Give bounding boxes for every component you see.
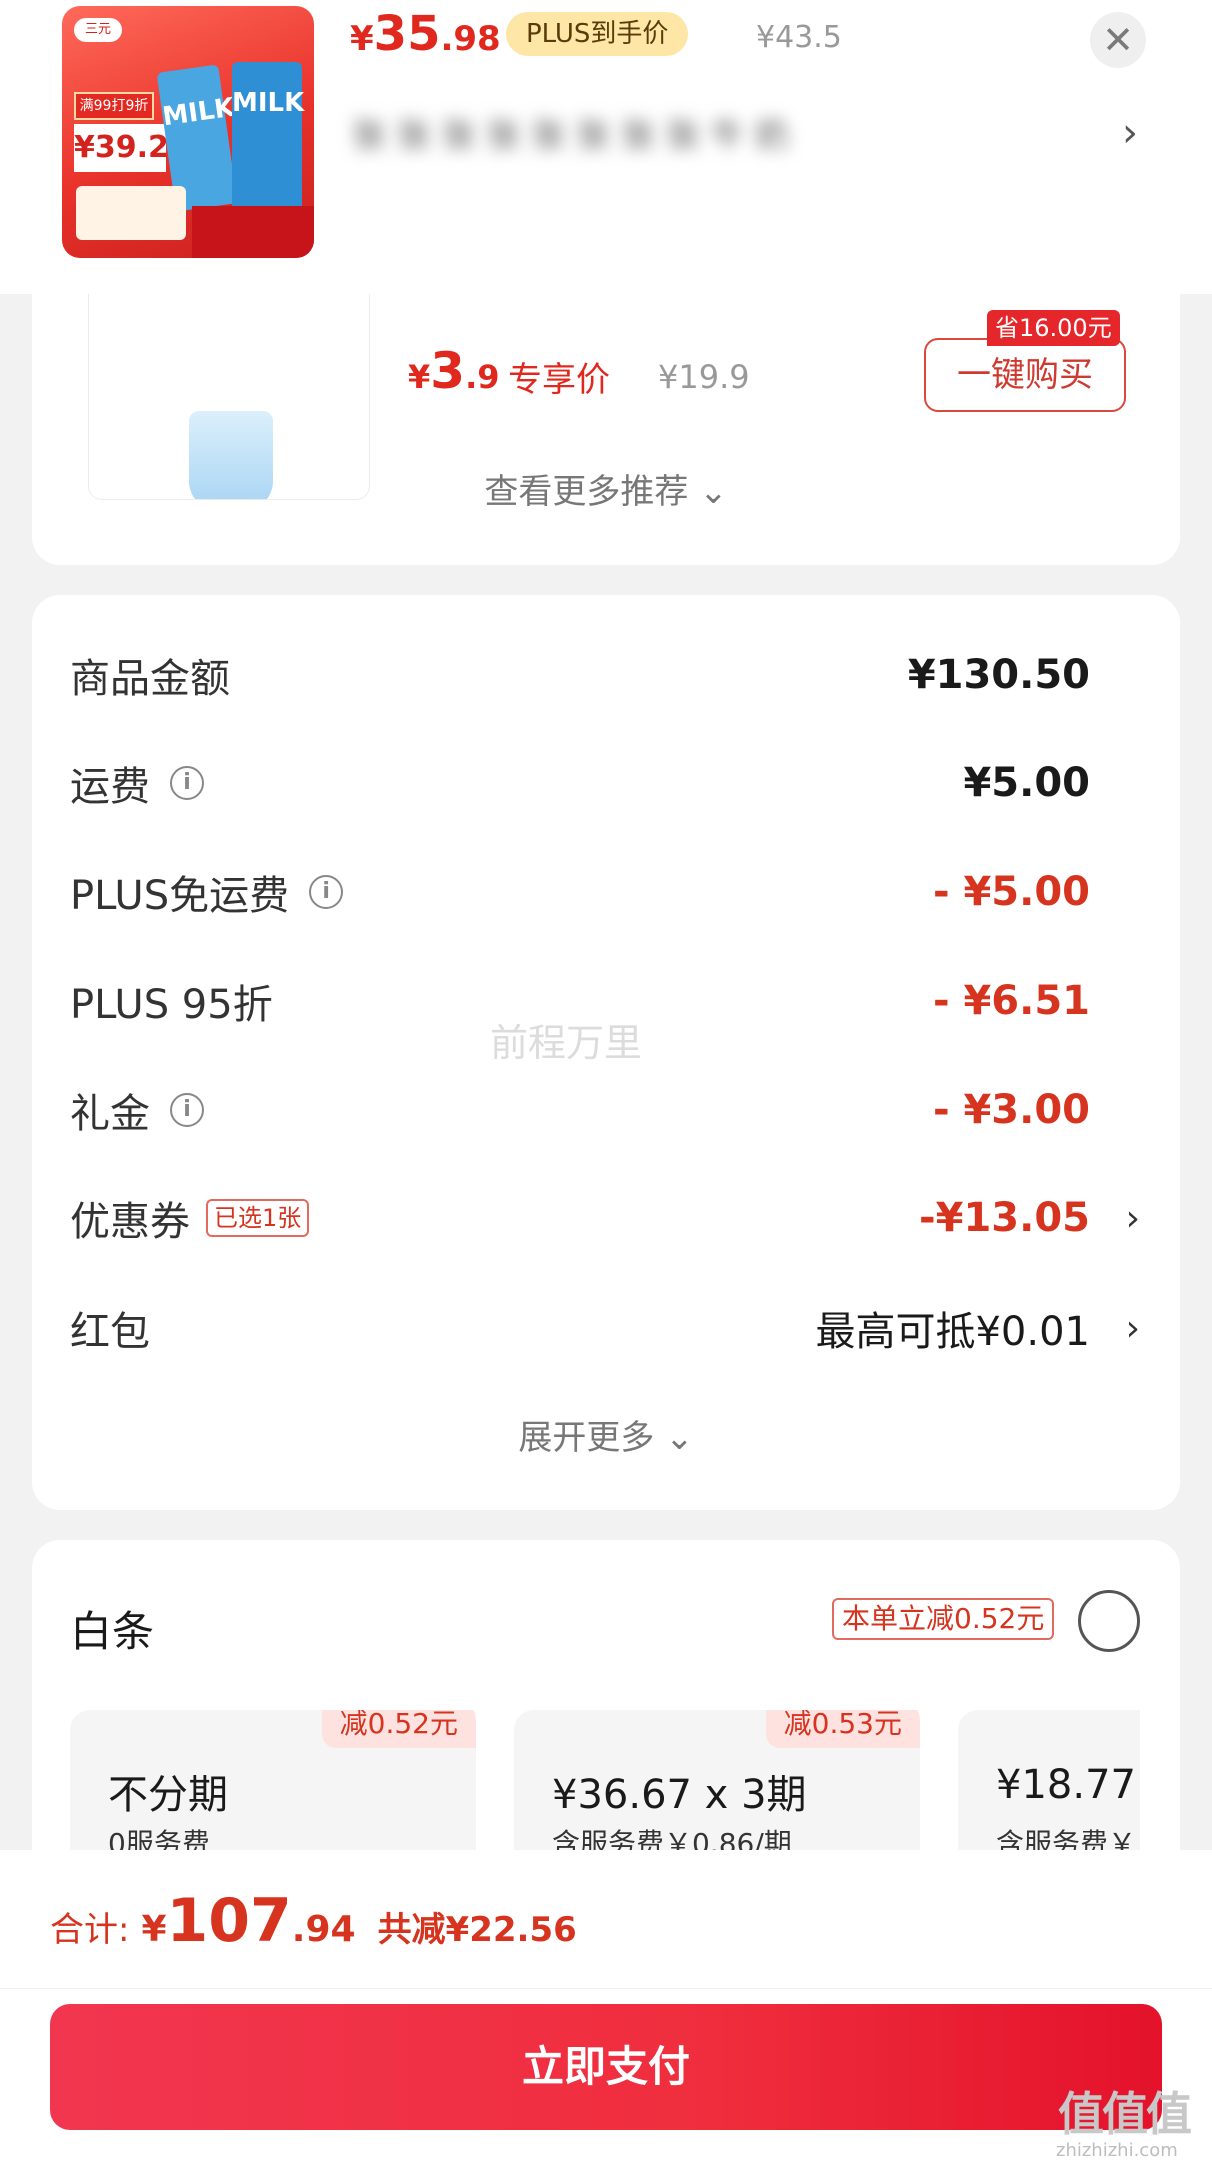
baitiao-title: 白条: [70, 1607, 155, 1656]
row-shipping: 运费 i ¥5.00: [70, 753, 1140, 813]
row-value: -¥13.05: [919, 1195, 1090, 1241]
info-icon[interactable]: i: [170, 1093, 204, 1127]
plus-price-badge: PLUS到手价: [506, 12, 689, 56]
row-value: 最高可抵¥0.01: [815, 1309, 1090, 1355]
plan-name: 不分期: [108, 1772, 228, 1818]
pay-now-button[interactable]: 立即支付: [50, 2004, 1162, 2130]
row-label: 红包: [70, 1309, 150, 1355]
row-label: 运费: [70, 764, 150, 810]
row-value: ¥130.50: [907, 652, 1090, 698]
plan-name: ¥18.77 x: [996, 1762, 1140, 1808]
gift-graphic: [76, 186, 186, 240]
row-plus-free-shipping: PLUS免运费 i - ¥5.00: [70, 862, 1140, 922]
expand-more-button[interactable]: 展开更多 ⌄: [32, 1410, 1180, 1459]
site-watermark-logo: 值值值: [1058, 2087, 1192, 2141]
view-more-recommendations[interactable]: 查看更多推荐 ⌄: [32, 464, 1180, 513]
price-currency: ¥: [350, 19, 374, 59]
one-click-buy-button[interactable]: 一键购买: [924, 338, 1126, 412]
row-label: 优惠券: [70, 1199, 190, 1245]
plan-discount-badge: 减0.53元: [765, 1710, 920, 1748]
close-icon[interactable]: ✕: [1090, 12, 1146, 68]
info-icon[interactable]: i: [170, 766, 204, 800]
row-value: - ¥3.00: [932, 1087, 1090, 1133]
plan-discount-badge: 减0.52元: [321, 1710, 476, 1748]
row-label: PLUS 95折: [70, 982, 273, 1028]
checkout-bar: 合计: ¥ 107 .94 共减¥22.56 立即支付: [0, 1850, 1212, 2167]
row-value: - ¥5.00: [932, 869, 1090, 915]
thumbnail-price: ¥39.2: [74, 124, 169, 172]
product-name-blurred[interactable]: 张 张 张 张 张 张 张 张 牛 奶: [352, 108, 912, 158]
total-integer: 107: [166, 1886, 292, 1956]
divider: [0, 1988, 1212, 1989]
site-watermark-url: zhizhizhi.com: [1056, 2140, 1178, 2161]
chevron-right-icon[interactable]: ›: [1126, 1308, 1140, 1349]
original-price: ¥43.5: [756, 20, 842, 55]
row-value: - ¥6.51: [932, 978, 1090, 1024]
row-value: ¥5.00: [963, 760, 1090, 806]
row-gift-money: 礼金 i - ¥3.00: [70, 1080, 1140, 1140]
plus-price: ¥ 35 .98: [350, 6, 501, 66]
row-goods-amount: 商品金额 ¥130.50: [70, 645, 1140, 705]
price-integer: 3: [430, 342, 466, 400]
brand-badge: 三元: [74, 18, 122, 42]
total-label: 合计:: [50, 1910, 130, 1950]
milk-carton-graphic: MILK: [232, 62, 304, 212]
recommended-original-price: ¥19.9: [658, 358, 750, 396]
price-decimal: .98: [440, 19, 501, 59]
price-decimal: .9: [465, 358, 500, 396]
product-thumbnail[interactable]: 三元 满99打9折 ¥39.2 MILK MILK: [62, 6, 314, 258]
exclusive-price-label: 专享价: [508, 360, 610, 400]
baitiao-radio[interactable]: [1078, 1590, 1140, 1652]
center-watermark: 前程万里: [490, 1021, 643, 1065]
total-decimal: .94: [291, 1909, 356, 1950]
total-currency: ¥: [141, 1909, 167, 1950]
row-red-packet[interactable]: 红包 最高可抵¥0.01 ›: [70, 1298, 1140, 1358]
price-currency: ¥: [408, 358, 431, 396]
order-total: 合计: ¥ 107 .94 共减¥22.56: [50, 1886, 577, 1956]
info-icon[interactable]: i: [309, 875, 344, 909]
coupon-selected-badge: 已选1张: [206, 1199, 310, 1237]
thumbnail-promo: 满99打9折: [74, 92, 154, 120]
chevron-right-icon[interactable]: ›: [1126, 1198, 1140, 1239]
instant-discount-badge: 本单立减0.52元: [832, 1598, 1055, 1640]
row-coupon[interactable]: 优惠券 已选1张 -¥13.05 ›: [70, 1188, 1140, 1248]
recommended-price: ¥ 3 .9: [408, 342, 499, 400]
row-label: 商品金额: [70, 656, 230, 702]
plan-name: ¥36.67 x 3期: [552, 1772, 807, 1818]
row-label: 礼金: [70, 1091, 150, 1137]
gift-box-graphic: [192, 206, 314, 258]
chevron-right-icon[interactable]: ›: [1122, 110, 1138, 156]
floating-product-bar: 三元 满99打9折 ¥39.2 MILK MILK ¥ 35 .98 PLUS到…: [0, 0, 1212, 294]
price-integer: 35: [373, 6, 441, 62]
total-saved: 共减¥22.56: [377, 1910, 577, 1950]
save-amount-badge: 省16.00元: [987, 310, 1120, 346]
row-label: PLUS免运费: [70, 873, 290, 919]
